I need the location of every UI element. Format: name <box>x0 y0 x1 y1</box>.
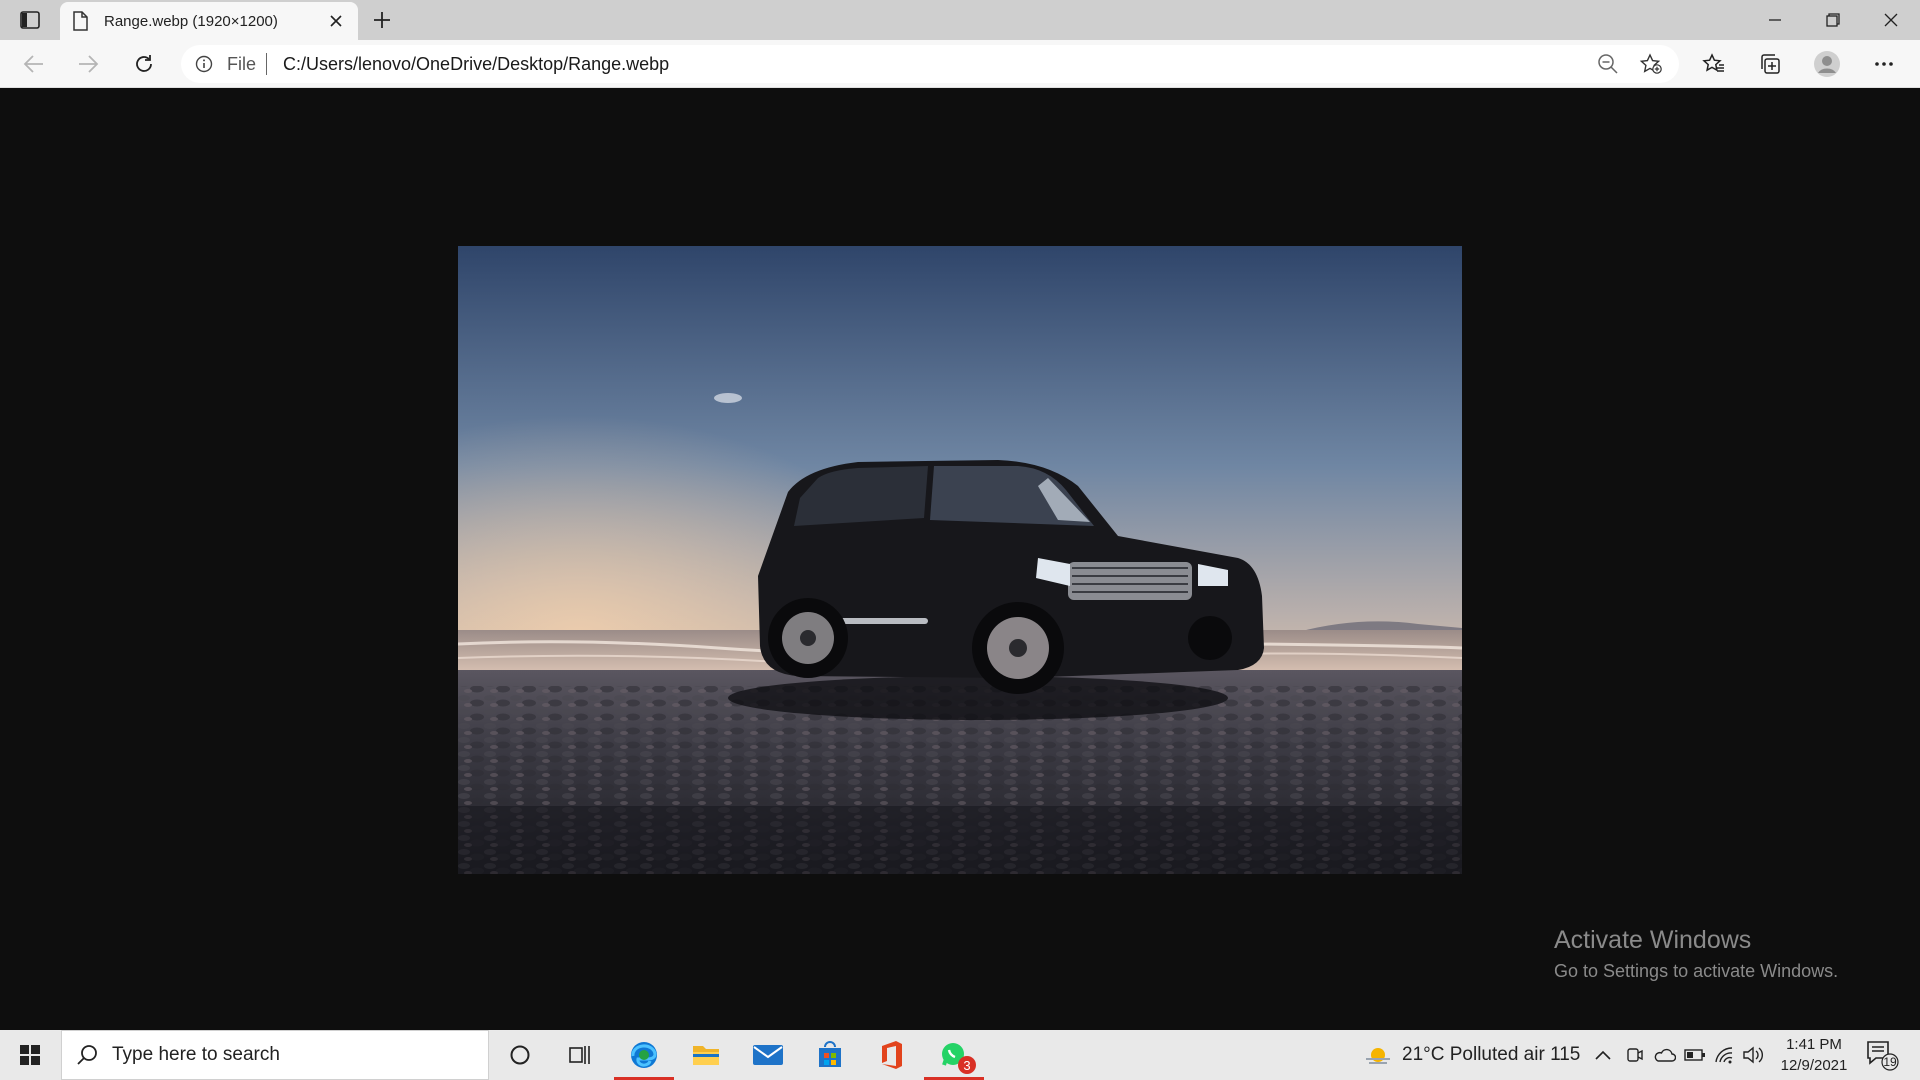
clock-button[interactable]: 1:41 PM 12/9/2021 <box>1772 1034 1856 1076</box>
network-button[interactable] <box>1714 1030 1734 1080</box>
car-on-pebble-beach-image <box>458 246 1462 874</box>
task-view-icon <box>569 1046 590 1064</box>
cortana-button[interactable] <box>490 1030 550 1080</box>
zoom-out-icon[interactable] <box>1597 53 1619 75</box>
whatsapp-unread-badge: 3 <box>958 1056 976 1074</box>
page-icon <box>72 11 88 31</box>
browser-toolbar: File C:/Users/lenovo/OneDrive/Desktop/Ra… <box>0 40 1920 88</box>
taskbar-office[interactable] <box>862 1030 922 1080</box>
task-view-button[interactable] <box>550 1030 610 1080</box>
windows-taskbar: Type here to search 3 21°C Polluted air … <box>0 1030 1920 1080</box>
add-favorite-icon[interactable] <box>1639 53 1663 75</box>
folder-icon <box>693 1046 719 1065</box>
favorites-icon <box>1702 53 1724 72</box>
activate-windows-watermark: Activate Windows Go to Settings to activ… <box>1554 926 1838 982</box>
image-viewer: Activate Windows Go to Settings to activ… <box>0 88 1920 1030</box>
back-arrow-icon <box>23 55 43 73</box>
battery-icon <box>1684 1049 1705 1061</box>
forward-button[interactable] <box>72 48 104 80</box>
search-icon <box>77 1045 97 1065</box>
battery-button[interactable] <box>1684 1030 1706 1080</box>
favorites-button[interactable] <box>1698 48 1730 80</box>
minimize-icon <box>1769 19 1781 21</box>
search-placeholder: Type here to search <box>112 1044 280 1065</box>
profile-button[interactable] <box>1811 48 1843 80</box>
refresh-icon <box>136 55 152 72</box>
refresh-button[interactable] <box>128 48 160 80</box>
browser-tab-bar: Range.webp (1920×1200) <box>0 0 1920 40</box>
tab-actions-icon <box>20 11 40 29</box>
url-text[interactable]: C:/Users/lenovo/OneDrive/Desktop/Range.w… <box>283 54 669 75</box>
address-separator <box>266 53 267 75</box>
collections-button[interactable] <box>1754 48 1786 80</box>
taskbar-whatsapp[interactable]: 3 <box>924 1030 984 1080</box>
clock-date: 12/9/2021 <box>1780 1057 1848 1074</box>
address-bar[interactable]: File C:/Users/lenovo/OneDrive/Desktop/Ra… <box>181 45 1679 83</box>
tab-title: Range.webp (1920×1200) <box>104 12 278 30</box>
windows-logo-icon <box>20 1045 40 1065</box>
action-center-button[interactable]: 19 <box>1862 1038 1902 1072</box>
weather-text: 21°C Polluted air 115 <box>1402 1044 1581 1065</box>
store-icon <box>819 1041 841 1067</box>
minimize-button[interactable] <box>1746 0 1804 40</box>
watermark-subtext: Go to Settings to activate Windows. <box>1554 961 1839 981</box>
weather-widget[interactable]: 21°C Polluted air 115 <box>1364 1030 1580 1080</box>
meet-now-button[interactable] <box>1626 1030 1644 1080</box>
scheme-label: File <box>227 54 257 74</box>
start-button[interactable] <box>0 1030 60 1080</box>
taskbar-mail[interactable] <box>738 1030 798 1080</box>
chevron-up-icon <box>1595 1050 1611 1060</box>
close-window-icon <box>1884 13 1898 27</box>
info-icon[interactable] <box>195 55 213 73</box>
edge-browser-icon <box>631 1042 657 1068</box>
watermark-heading: Activate Windows <box>1554 926 1752 954</box>
wifi-icon <box>1715 1047 1733 1064</box>
close-window-button[interactable] <box>1862 0 1920 40</box>
show-hidden-icons-button[interactable] <box>1594 1030 1612 1080</box>
restore-button[interactable] <box>1804 0 1862 40</box>
forward-arrow-icon <box>79 55 99 73</box>
collections-icon <box>1761 54 1780 74</box>
clock-time: 1:41 PM <box>1786 1036 1842 1053</box>
taskbar-file-explorer[interactable] <box>676 1030 736 1080</box>
close-icon <box>330 15 342 27</box>
tab-range-webp[interactable]: Range.webp (1920×1200) <box>60 2 358 40</box>
range-rover-photo[interactable] <box>458 246 1462 874</box>
cortana-icon <box>510 1045 530 1065</box>
onedrive-button[interactable] <box>1652 1030 1676 1080</box>
avatar-icon <box>1814 51 1840 77</box>
taskbar-search-box[interactable]: Type here to search <box>61 1030 489 1080</box>
taskbar-edge[interactable] <box>614 1030 674 1080</box>
speaker-icon <box>1743 1046 1763 1064</box>
settings-more-button[interactable] <box>1868 48 1900 80</box>
new-tab-button[interactable] <box>368 6 396 34</box>
restore-icon <box>1826 13 1840 27</box>
more-dots-icon <box>1875 62 1893 66</box>
close-tab-button[interactable] <box>326 11 346 31</box>
volume-button[interactable] <box>1742 1030 1764 1080</box>
tab-actions-button[interactable] <box>14 8 46 32</box>
back-button[interactable] <box>18 48 50 80</box>
onedrive-cloud-icon <box>1654 1048 1676 1062</box>
taskbar-microsoft-store[interactable] <box>800 1030 860 1080</box>
notification-count: 19 <box>1883 1055 1897 1069</box>
mail-icon <box>753 1045 783 1065</box>
office-icon <box>882 1041 902 1069</box>
meet-now-icon <box>1627 1048 1643 1062</box>
plus-icon <box>374 12 390 28</box>
sun-haze-icon <box>1366 1048 1390 1064</box>
